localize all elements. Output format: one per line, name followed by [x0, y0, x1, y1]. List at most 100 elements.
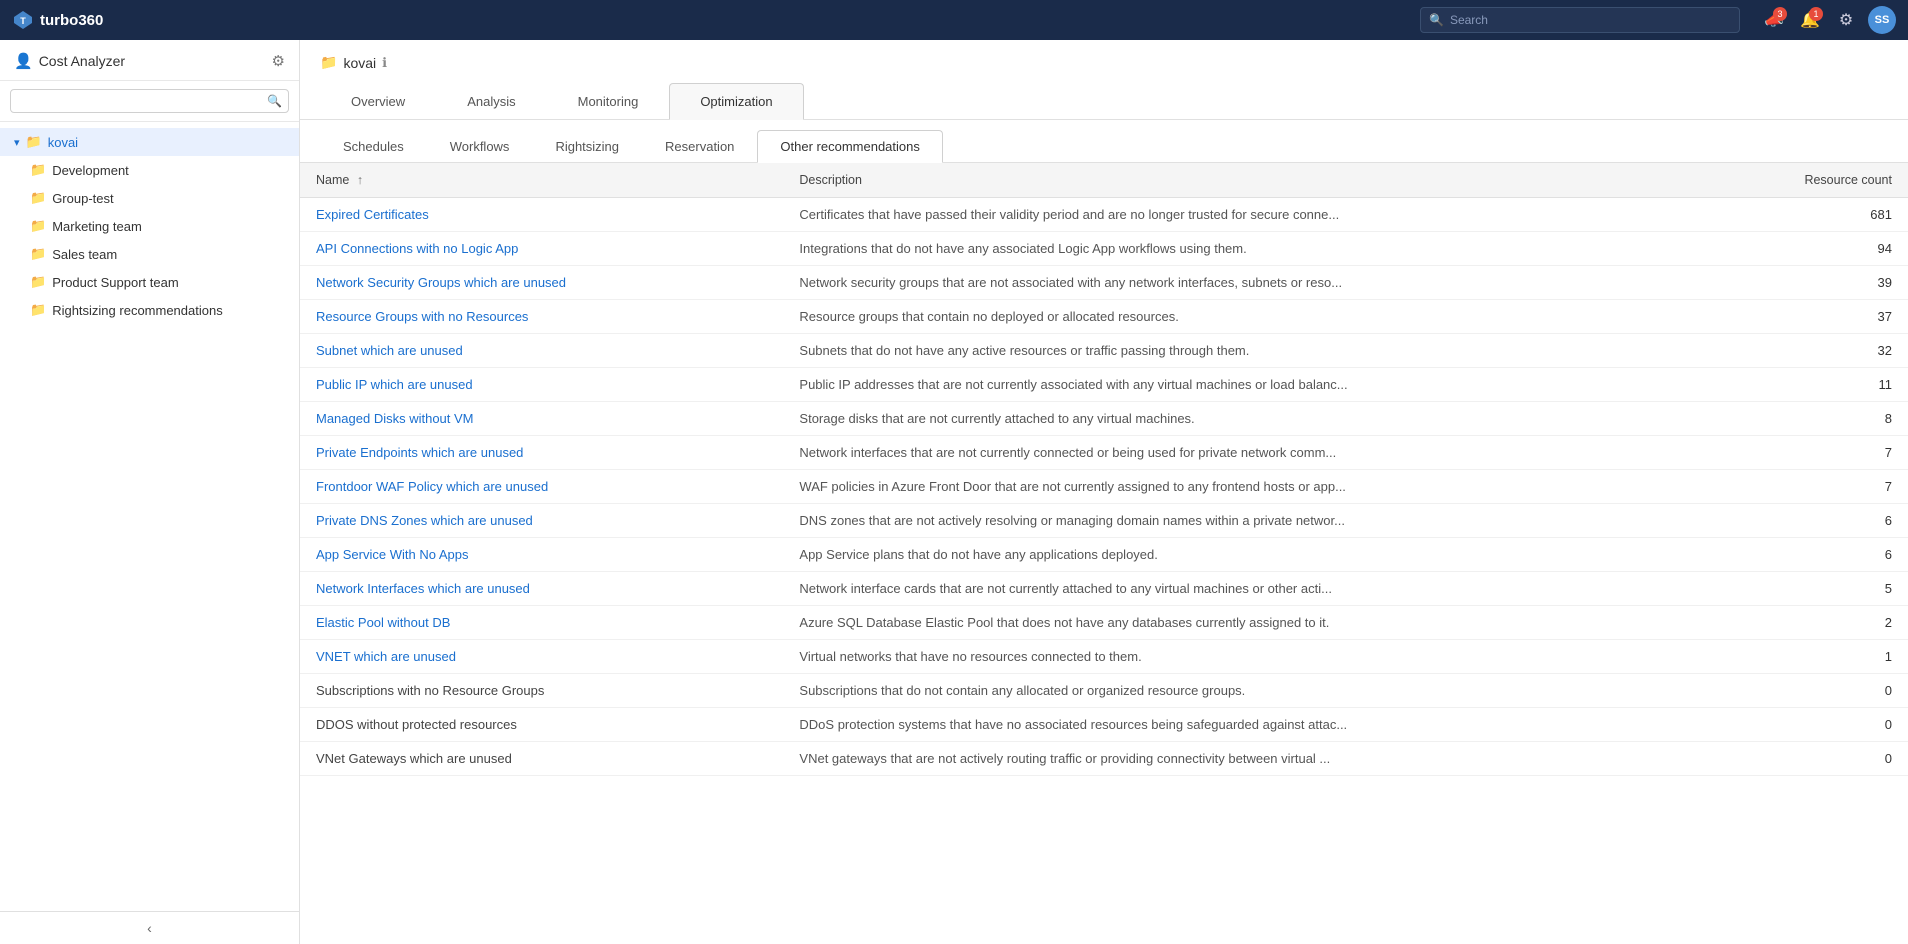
- sidebar-item-group-test[interactable]: 📁 Group-test: [16, 184, 299, 212]
- sidebar-header: 👤 Cost Analyzer ⚙: [0, 40, 299, 81]
- recommendation-count: 0: [1778, 742, 1908, 776]
- app-layout: 👤 Cost Analyzer ⚙ 🔍 ▾ 📁 kovai 📁 Developm…: [0, 40, 1908, 944]
- col-resource-count[interactable]: Resource count: [1778, 163, 1908, 198]
- sidebar-item-label: Rightsizing recommendations: [52, 303, 223, 318]
- sub-tab-rightsizing[interactable]: Rightsizing: [532, 130, 642, 162]
- recommendation-name[interactable]: Resource Groups with no Resources: [300, 300, 783, 334]
- recommendation-name[interactable]: Network Security Groups which are unused: [300, 266, 783, 300]
- recommendation-count: 32: [1778, 334, 1908, 368]
- sidebar-search-container: 🔍: [0, 81, 299, 122]
- sidebar-item-marketing[interactable]: 📁 Marketing team: [16, 212, 299, 240]
- tab-monitoring[interactable]: Monitoring: [547, 83, 670, 119]
- recommendation-count: 6: [1778, 538, 1908, 572]
- recommendation-description: Public IP addresses that are not current…: [783, 368, 1778, 402]
- recommendation-count: 7: [1778, 470, 1908, 504]
- recommendation-name[interactable]: Expired Certificates: [300, 198, 783, 232]
- recommendation-description: Network interface cards that are not cur…: [783, 572, 1778, 606]
- table-row: VNET which are unusedVirtual networks th…: [300, 640, 1908, 674]
- recommendation-description: DNS zones that are not actively resolvin…: [783, 504, 1778, 538]
- table-row: Public IP which are unusedPublic IP addr…: [300, 368, 1908, 402]
- sidebar-item-kovai[interactable]: ▾ 📁 kovai: [0, 128, 299, 156]
- search-placeholder: Search: [1450, 13, 1488, 27]
- recommendations-table-container: Name ↑ Description Resource count Expire…: [300, 163, 1908, 944]
- recommendation-name[interactable]: Network Interfaces which are unused: [300, 572, 783, 606]
- info-icon[interactable]: ℹ: [382, 55, 387, 71]
- table-row: Frontdoor WAF Policy which are unusedWAF…: [300, 470, 1908, 504]
- table-row: Managed Disks without VMStorage disks th…: [300, 402, 1908, 436]
- sub-tab-other-recommendations[interactable]: Other recommendations: [757, 130, 942, 163]
- notification-badge: 3: [1773, 7, 1787, 21]
- turbo-logo-icon: T: [12, 9, 34, 31]
- recommendation-description: Resource groups that contain no deployed…: [783, 300, 1778, 334]
- recommendation-name[interactable]: App Service With No Apps: [300, 538, 783, 572]
- recommendation-name[interactable]: Subnet which are unused: [300, 334, 783, 368]
- sidebar-collapse-button[interactable]: ‹: [0, 911, 299, 944]
- sub-tab-workflows[interactable]: Workflows: [427, 130, 533, 162]
- folder-icon-development: 📁: [30, 162, 46, 178]
- recommendation-count: 94: [1778, 232, 1908, 266]
- svg-text:T: T: [20, 16, 26, 26]
- recommendation-count: 681: [1778, 198, 1908, 232]
- recommendation-name[interactable]: Private Endpoints which are unused: [300, 436, 783, 470]
- app-logo[interactable]: T turbo360: [12, 9, 103, 31]
- recommendation-description: App Service plans that do not have any a…: [783, 538, 1778, 572]
- sidebar-item-development[interactable]: 📁 Development: [16, 156, 299, 184]
- recommendation-count: 0: [1778, 674, 1908, 708]
- tab-optimization[interactable]: Optimization: [669, 83, 803, 120]
- table-row: Subnet which are unusedSubnets that do n…: [300, 334, 1908, 368]
- bell-button[interactable]: 🔔 1: [1796, 6, 1824, 34]
- collapse-icon: ‹: [147, 920, 152, 936]
- recommendation-description: Network security groups that are not ass…: [783, 266, 1778, 300]
- tab-overview[interactable]: Overview: [320, 83, 436, 119]
- notifications-button[interactable]: 📣 3: [1760, 6, 1788, 34]
- recommendation-name[interactable]: Managed Disks without VM: [300, 402, 783, 436]
- col-name[interactable]: Name ↑: [300, 163, 783, 198]
- app-name: turbo360: [40, 12, 103, 29]
- recommendation-name: Subscriptions with no Resource Groups: [300, 674, 783, 708]
- recommendation-description: Azure SQL Database Elastic Pool that doe…: [783, 606, 1778, 640]
- user-avatar[interactable]: SS: [1868, 6, 1896, 34]
- tab-analysis[interactable]: Analysis: [436, 83, 546, 119]
- navbar: T turbo360 🔍 Search 📣 3 🔔 1 ⚙ SS: [0, 0, 1908, 40]
- table-row: Private Endpoints which are unusedNetwor…: [300, 436, 1908, 470]
- table-row: Network Security Groups which are unused…: [300, 266, 1908, 300]
- sidebar-item-label: Marketing team: [52, 219, 142, 234]
- sidebar-item-rightsizing[interactable]: 📁 Rightsizing recommendations: [16, 296, 299, 324]
- table-row: Network Interfaces which are unusedNetwo…: [300, 572, 1908, 606]
- recommendation-name[interactable]: Private DNS Zones which are unused: [300, 504, 783, 538]
- expand-icon: ▾: [14, 136, 20, 149]
- recommendation-name[interactable]: Frontdoor WAF Policy which are unused: [300, 470, 783, 504]
- recommendation-description: Virtual networks that have no resources …: [783, 640, 1778, 674]
- recommendation-description: Certificates that have passed their vali…: [783, 198, 1778, 232]
- sub-tab-reservation[interactable]: Reservation: [642, 130, 757, 162]
- recommendation-name[interactable]: Elastic Pool without DB: [300, 606, 783, 640]
- col-description[interactable]: Description: [783, 163, 1778, 198]
- table-row: VNet Gateways which are unusedVNet gatew…: [300, 742, 1908, 776]
- recommendation-description: VNet gateways that are not actively rout…: [783, 742, 1778, 776]
- sort-icon: ↑: [357, 173, 363, 187]
- sidebar-search-input[interactable]: [10, 89, 289, 113]
- sidebar-root-label: kovai: [48, 135, 78, 150]
- sidebar-item-sales[interactable]: 📁 Sales team: [16, 240, 299, 268]
- folder-icon: 📁: [26, 134, 42, 150]
- folder-icon-sales: 📁: [30, 246, 46, 262]
- folder-icon-group-test: 📁: [30, 190, 46, 206]
- sidebar-gear-button[interactable]: ⚙: [272, 52, 285, 70]
- table-row: Expired CertificatesCertificates that ha…: [300, 198, 1908, 232]
- table-row: Subscriptions with no Resource GroupsSub…: [300, 674, 1908, 708]
- search-bar[interactable]: 🔍 Search: [1420, 7, 1740, 33]
- recommendation-name[interactable]: API Connections with no Logic App: [300, 232, 783, 266]
- recommendation-name[interactable]: Public IP which are unused: [300, 368, 783, 402]
- sidebar-search-icon: 🔍: [267, 94, 282, 108]
- recommendation-count: 7: [1778, 436, 1908, 470]
- recommendation-description: Subscriptions that do not contain any al…: [783, 674, 1778, 708]
- recommendation-count: 37: [1778, 300, 1908, 334]
- settings-button[interactable]: ⚙: [1832, 6, 1860, 34]
- breadcrumb-label: kovai: [343, 55, 376, 71]
- recommendation-name[interactable]: VNET which are unused: [300, 640, 783, 674]
- recommendation-count: 8: [1778, 402, 1908, 436]
- sub-tab-schedules[interactable]: Schedules: [320, 130, 427, 162]
- recommendation-description: Network interfaces that are not currentl…: [783, 436, 1778, 470]
- sidebar-item-product-support[interactable]: 📁 Product Support team: [16, 268, 299, 296]
- sidebar-item-label: Product Support team: [52, 275, 178, 290]
